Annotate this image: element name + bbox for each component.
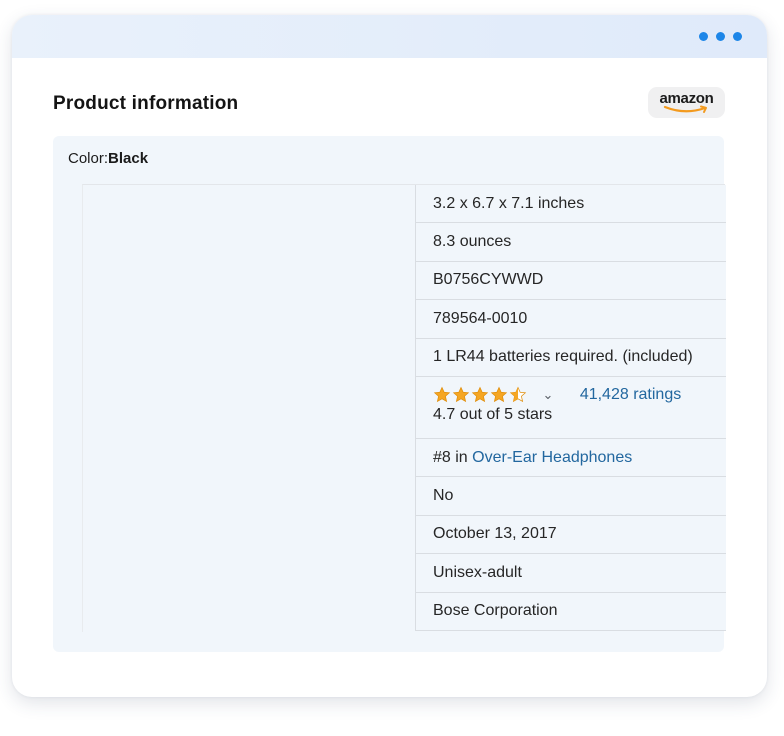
- spec-table: 3.2 x 6.7 x 7.1 inches 8.3 ounces B0756C…: [82, 184, 726, 632]
- star-half-icon: [509, 386, 527, 403]
- color-value: Black: [108, 150, 149, 167]
- star-icon: [490, 386, 508, 403]
- color-label: Color:: [68, 150, 109, 167]
- spec-best-sellers-rank: #8 in Over-Ear Headphones: [416, 439, 726, 478]
- ratings-count-link[interactable]: 41,428 ratings: [580, 386, 681, 403]
- amazon-logo: amazon: [648, 87, 725, 118]
- star-rating[interactable]: [433, 386, 528, 404]
- spec-department: Unisex-adult: [416, 554, 726, 593]
- dot-icon: [699, 32, 708, 41]
- dot-icon: [716, 32, 725, 41]
- star-icon: [433, 386, 451, 403]
- color-variant: Color:Black: [68, 150, 148, 167]
- dots-menu-icon[interactable]: [699, 32, 742, 41]
- spec-model: 789564-0010: [416, 300, 726, 339]
- dot-icon: [733, 32, 742, 41]
- amazon-smile-icon: [663, 105, 707, 113]
- page-title: Product information: [53, 93, 239, 114]
- spec-manufacturer: Bose Corporation: [416, 593, 726, 631]
- spec-values-column: 3.2 x 6.7 x 7.1 inches 8.3 ounces B0756C…: [415, 185, 726, 631]
- product-details-panel: Color:Black 3.2 x 6.7 x 7.1 inches 8.3 o…: [53, 136, 726, 652]
- rating-summary: 4.7 out of 5 stars: [433, 406, 553, 424]
- window-titlebar: [12, 15, 767, 58]
- spec-discontinued: No: [416, 477, 726, 516]
- spec-batteries: 1 LR44 batteries required. (included): [416, 339, 726, 377]
- star-icon: [471, 386, 489, 403]
- chevron-down-icon[interactable]: ⌄: [542, 387, 553, 403]
- spec-customer-reviews: ⌄ 41,428 ratings 4.7 out of 5 stars: [416, 377, 726, 439]
- star-icon: [452, 386, 470, 403]
- product-info-card: Product information amazon Color:Black 3…: [12, 15, 767, 697]
- spec-date-first-available: October 13, 2017: [416, 516, 726, 555]
- rating-line: ⌄ 41,428 ratings: [433, 386, 726, 404]
- spec-weight: 8.3 ounces: [416, 223, 726, 262]
- rank-prefix: #8 in: [433, 448, 473, 466]
- category-link[interactable]: Over-Ear Headphones: [472, 449, 632, 467]
- spec-dimensions: 3.2 x 6.7 x 7.1 inches: [416, 185, 726, 224]
- spec-asin: B0756CYWWD: [416, 262, 726, 301]
